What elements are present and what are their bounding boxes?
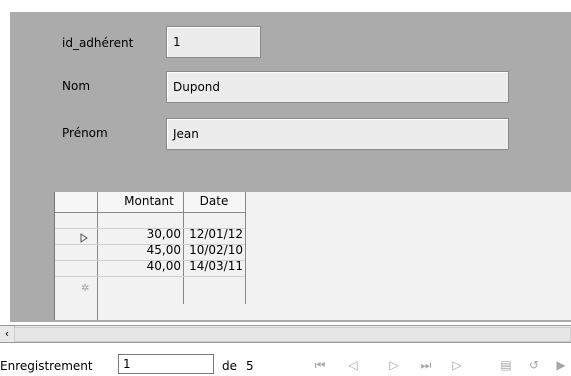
table-cell-montant[interactable]: 40,00	[115, 259, 183, 274]
label-prenom: Prénom	[62, 126, 108, 140]
column-divider	[245, 192, 246, 304]
new-record-icon[interactable]: ▷	[449, 357, 465, 373]
horizontal-scrollbar[interactable]: ‹	[0, 325, 571, 343]
prenom-field[interactable]: Jean	[166, 118, 509, 150]
new-row-icon: ✲	[81, 283, 90, 294]
label-id-adherent: id_adhérent	[62, 36, 134, 50]
table-cell-date[interactable]: 12/01/12	[183, 227, 245, 242]
column-header-date[interactable]: Date	[183, 194, 245, 208]
table-cell-montant[interactable]: 45,00	[115, 243, 183, 258]
record-total: 5	[246, 359, 254, 373]
first-record-icon[interactable]: ⏮	[312, 357, 328, 373]
record-label: Enregistrement	[0, 359, 93, 373]
save-record-icon[interactable]: ▤	[498, 357, 514, 373]
next-record-icon[interactable]: ▷	[386, 357, 402, 373]
scroll-left-icon[interactable]: ‹	[0, 326, 15, 342]
payments-subform: Montant Date 30,00 12/01/12 45,00 10/02/…	[54, 192, 571, 320]
undo-record-icon[interactable]: ↺	[526, 357, 542, 373]
delete-record-icon[interactable]: ▶	[553, 357, 569, 373]
previous-record-icon[interactable]: ◁	[345, 357, 361, 373]
record-number-input[interactable]: 1	[118, 354, 214, 374]
row-selector-divider	[97, 192, 98, 320]
of-label: de	[222, 359, 237, 373]
label-nom: Nom	[62, 79, 91, 93]
scroll-thumb[interactable]	[14, 327, 571, 342]
row-divider	[55, 276, 245, 277]
id-adherent-field[interactable]: 1	[166, 26, 261, 58]
table-cell-date[interactable]: 14/03/11	[183, 259, 245, 274]
last-record-icon[interactable]: ⏭	[418, 357, 434, 373]
current-row-icon	[79, 232, 89, 243]
column-header-montant[interactable]: Montant	[115, 194, 183, 208]
table-cell-date[interactable]: 10/02/10	[183, 243, 245, 258]
record-navigation-bar: Enregistrement 1 de 5 ⏮ ◁ ▷ ⏭ ▷ ▤ ↺ ▶	[0, 354, 571, 376]
nom-field[interactable]: Dupond	[166, 71, 509, 103]
table-cell-montant[interactable]: 30,00	[115, 227, 183, 242]
